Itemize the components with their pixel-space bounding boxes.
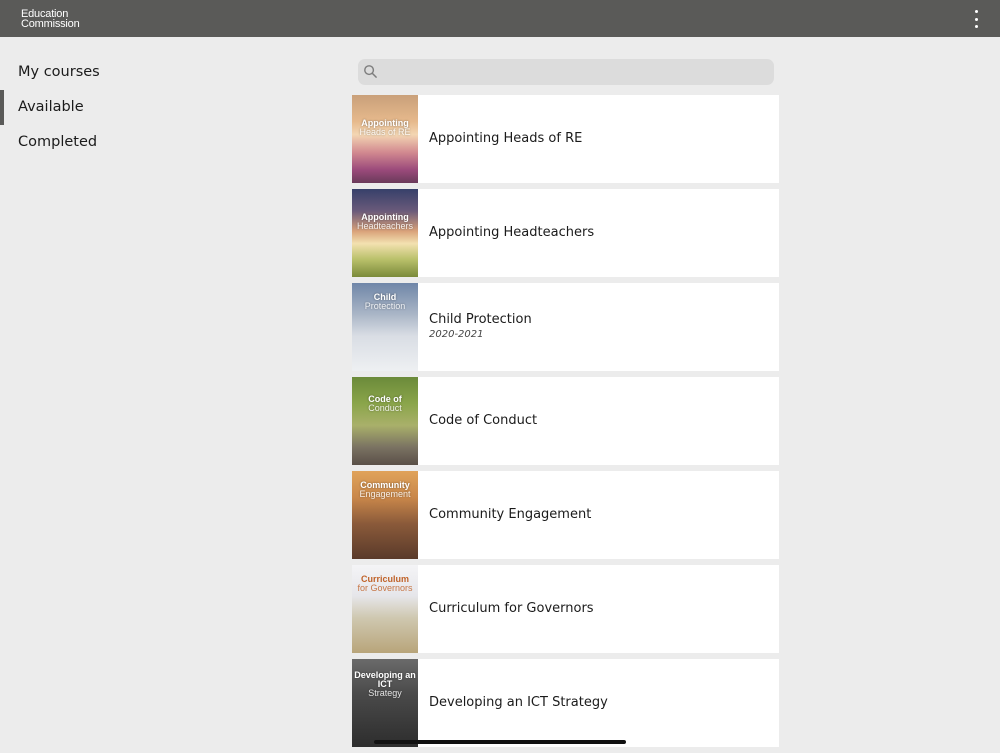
course-thumbnail: Appointing Headteachers — [352, 189, 418, 277]
search-input[interactable] — [384, 59, 772, 87]
sidebar-item-completed[interactable]: Completed — [0, 125, 200, 160]
course-card-child-protection[interactable]: Child Protection Child Protection 2020-20… — [352, 283, 779, 371]
course-card-developing-an-ict-strategy[interactable]: Developing an ICT Strategy Developing an … — [352, 659, 779, 747]
course-title: Appointing Heads of RE — [429, 131, 583, 146]
sidebar-item-my-courses[interactable]: My courses — [0, 55, 200, 90]
course-title: Developing an ICT Strategy — [429, 695, 608, 710]
logo-line-2: Commission — [21, 18, 80, 30]
app-header: Education Commission — [0, 0, 1000, 37]
course-title: Curriculum for Governors — [429, 601, 594, 616]
course-list: Appointing Heads of RE Appointing Heads o… — [352, 95, 779, 753]
course-card-code-of-conduct[interactable]: Code of Conduct Code of Conduct — [352, 377, 779, 465]
sidebar: My courses Available Completed — [0, 55, 200, 160]
course-thumbnail: Curriculum for Governors — [352, 565, 418, 653]
course-title: Child Protection — [429, 312, 532, 327]
course-card-appointing-heads-of-re[interactable]: Appointing Heads of RE Appointing Heads o… — [352, 95, 779, 183]
course-thumbnail: Code of Conduct — [352, 377, 418, 465]
search-icon — [364, 65, 377, 78]
course-title: Community Engagement — [429, 507, 592, 522]
course-thumbnail: Community Engagement — [352, 471, 418, 559]
course-title: Appointing Headteachers — [429, 225, 595, 240]
course-thumbnail: Developing an ICT Strategy — [352, 659, 418, 747]
home-indicator[interactable] — [374, 740, 626, 744]
course-thumbnail: Child Protection — [352, 283, 418, 371]
course-card-community-engagement[interactable]: Community Engagement Community Engagement — [352, 471, 779, 559]
sidebar-item-available[interactable]: Available — [0, 90, 200, 125]
more-vertical-icon[interactable] — [970, 10, 982, 28]
course-card-appointing-headteachers[interactable]: Appointing Headteachers Appointing Headte… — [352, 189, 779, 277]
course-title: Code of Conduct — [429, 413, 538, 428]
course-subtitle: 2020-2021 — [429, 329, 484, 340]
education-commission-logo[interactable]: Education Commission — [21, 9, 80, 30]
course-thumbnail: Appointing Heads of RE — [352, 95, 418, 183]
course-card-curriculum-for-governors[interactable]: Curriculum for Governors Curriculum for G… — [352, 565, 779, 653]
search-bar[interactable] — [358, 59, 774, 87]
